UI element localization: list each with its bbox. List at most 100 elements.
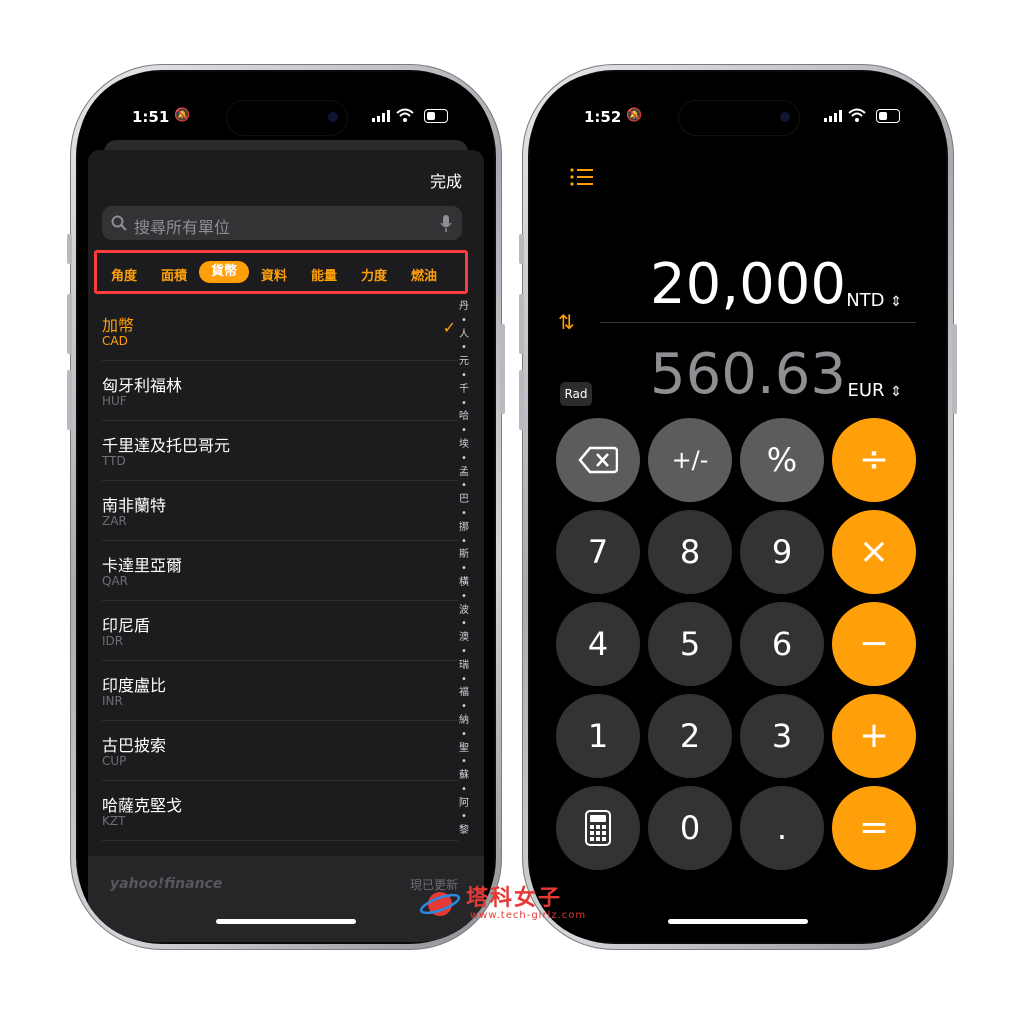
tab-energy[interactable]: 能量 <box>301 265 347 284</box>
currency-row[interactable]: 千里達及托巴哥元 TTD <box>102 420 458 481</box>
index-letter[interactable]: • <box>458 700 470 714</box>
divide-button[interactable]: ÷ <box>832 418 916 502</box>
index-letter[interactable]: • <box>458 590 470 604</box>
index-letter[interactable]: 孟 <box>458 466 470 480</box>
section-index-bar[interactable]: 丹 • 人 • 元 • 千 • 哈 • 埃 • 孟 • 巴 • 挪 • 斯 • 橫 • 波 • 澳 • 瑞 • 福 • 納 • 聖 • 蘇 • 阿 • 黎 <box>458 300 470 838</box>
microphone-icon[interactable] <box>440 215 452 233</box>
index-letter[interactable]: • <box>458 535 470 549</box>
tab-force[interactable]: 力度 <box>351 265 397 284</box>
index-letter[interactable]: • <box>458 397 470 411</box>
index-letter[interactable]: 橫 <box>458 576 470 590</box>
yahoo-finance-logo: yahoo!finance <box>110 876 223 892</box>
equals-button[interactable]: = <box>832 786 916 870</box>
search-input[interactable]: 搜尋所有單位 <box>102 206 462 240</box>
digit-7-button[interactable]: 7 <box>556 510 640 594</box>
digit-1-button[interactable]: 1 <box>556 694 640 778</box>
index-letter[interactable]: • <box>458 424 470 438</box>
index-letter[interactable]: • <box>458 810 470 824</box>
currency-row[interactable]: 古巴披索 CUP <box>102 720 458 781</box>
index-letter[interactable]: • <box>458 507 470 521</box>
index-letter[interactable]: 斯 <box>458 548 470 562</box>
percent-button[interactable]: % <box>740 418 824 502</box>
planet-logo-icon <box>419 892 461 916</box>
index-letter[interactable]: 波 <box>458 604 470 618</box>
digit-9-button[interactable]: 9 <box>740 510 824 594</box>
primary-unit-selector[interactable]: NTD ⇕ <box>846 290 902 311</box>
index-letter[interactable]: • <box>458 479 470 493</box>
digit-0-button[interactable]: 0 <box>648 786 732 870</box>
index-letter[interactable]: 納 <box>458 714 470 728</box>
home-indicator[interactable] <box>668 919 808 924</box>
index-letter[interactable]: 埃 <box>458 438 470 452</box>
index-letter[interactable]: • <box>458 562 470 576</box>
index-letter[interactable]: 福 <box>458 686 470 700</box>
minus-button[interactable]: − <box>832 602 916 686</box>
index-letter[interactable]: 蘇 <box>458 769 470 783</box>
plus-minus-button[interactable]: +/- <box>648 418 732 502</box>
index-letter[interactable]: • <box>458 673 470 687</box>
tab-angle[interactable]: 角度 <box>101 265 147 284</box>
decimal-button[interactable]: . <box>740 786 824 870</box>
index-letter[interactable]: 元 <box>458 355 470 369</box>
index-letter[interactable]: • <box>458 783 470 797</box>
calculator-mode-button[interactable] <box>556 786 640 870</box>
digit-6-button[interactable]: 6 <box>740 602 824 686</box>
index-letter[interactable]: • <box>458 617 470 631</box>
currency-row[interactable]: 印度盧比 INR <box>102 660 458 721</box>
list-menu-icon[interactable] <box>570 168 594 186</box>
index-letter[interactable]: • <box>458 755 470 769</box>
right-phone: 1:52 🔕 20,000 NTD ⇕ ⇅ 560.63 EUR ⇕ Rad +… <box>519 64 957 950</box>
status-bar: 1:51 🔕 <box>78 100 494 136</box>
silent-icon: 🔕 <box>626 108 643 123</box>
backspace-button[interactable] <box>556 418 640 502</box>
index-letter[interactable]: 巴 <box>458 493 470 507</box>
tab-currency[interactable]: 貨幣 <box>199 261 249 283</box>
digit-5-button[interactable]: 5 <box>648 602 732 686</box>
watermark-logo: 塔科女子 www.tech-girlz.com <box>414 880 604 930</box>
tab-fuel[interactable]: 燃油 <box>401 265 447 284</box>
index-letter[interactable]: 人 <box>458 328 470 342</box>
signal-icon <box>824 110 842 122</box>
index-letter[interactable]: 黎 <box>458 824 470 838</box>
index-letter[interactable]: • <box>458 341 470 355</box>
silent-icon: 🔕 <box>174 108 191 123</box>
index-letter[interactable]: 哈 <box>458 410 470 424</box>
done-button[interactable]: 完成 <box>430 168 462 192</box>
currency-row[interactable]: 匈牙利福林 HUF <box>102 360 458 421</box>
camera-icon <box>780 112 790 122</box>
index-letter[interactable]: • <box>458 728 470 742</box>
index-letter[interactable]: 聖 <box>458 742 470 756</box>
index-letter[interactable]: 挪 <box>458 521 470 535</box>
checkmark-icon: ✓ <box>442 318 456 337</box>
multiply-button[interactable]: × <box>832 510 916 594</box>
index-letter[interactable]: 千 <box>458 383 470 397</box>
tab-area[interactable]: 面積 <box>151 265 197 284</box>
swap-units-icon[interactable]: ⇅ <box>558 310 575 334</box>
battery-icon <box>424 109 448 123</box>
chevron-updown-icon: ⇕ <box>890 384 902 400</box>
index-letter[interactable]: 丹 <box>458 300 470 314</box>
index-letter[interactable]: • <box>458 645 470 659</box>
currency-row[interactable]: 印尼盾 IDR <box>102 600 458 661</box>
currency-row[interactable]: 卡達里亞爾 QAR <box>102 540 458 601</box>
digit-8-button[interactable]: 8 <box>648 510 732 594</box>
currency-row[interactable]: 南非蘭特 ZAR <box>102 480 458 541</box>
currency-row[interactable]: 加幣 CAD ✓ <box>102 300 458 361</box>
tab-data[interactable]: 資料 <box>251 265 297 284</box>
currency-row[interactable]: 哈薩克堅戈 KZT <box>102 780 458 841</box>
home-indicator[interactable] <box>216 919 356 924</box>
index-letter[interactable]: • <box>458 369 470 383</box>
secondary-unit-selector[interactable]: EUR ⇕ <box>847 380 902 401</box>
index-letter[interactable]: 瑞 <box>458 659 470 673</box>
digit-4-button[interactable]: 4 <box>556 602 640 686</box>
index-letter[interactable]: • <box>458 452 470 466</box>
plus-button[interactable]: + <box>832 694 916 778</box>
category-tabs: 角度 面積 貨幣 資料 能量 力度 燃油 <box>94 250 468 294</box>
index-letter[interactable]: 阿 <box>458 797 470 811</box>
digit-3-button[interactable]: 3 <box>740 694 824 778</box>
status-time: 1:51 <box>132 108 170 126</box>
digit-2-button[interactable]: 2 <box>648 694 732 778</box>
index-letter[interactable]: • <box>458 314 470 328</box>
secondary-display: 560.63 <box>650 342 846 407</box>
index-letter[interactable]: 澳 <box>458 631 470 645</box>
